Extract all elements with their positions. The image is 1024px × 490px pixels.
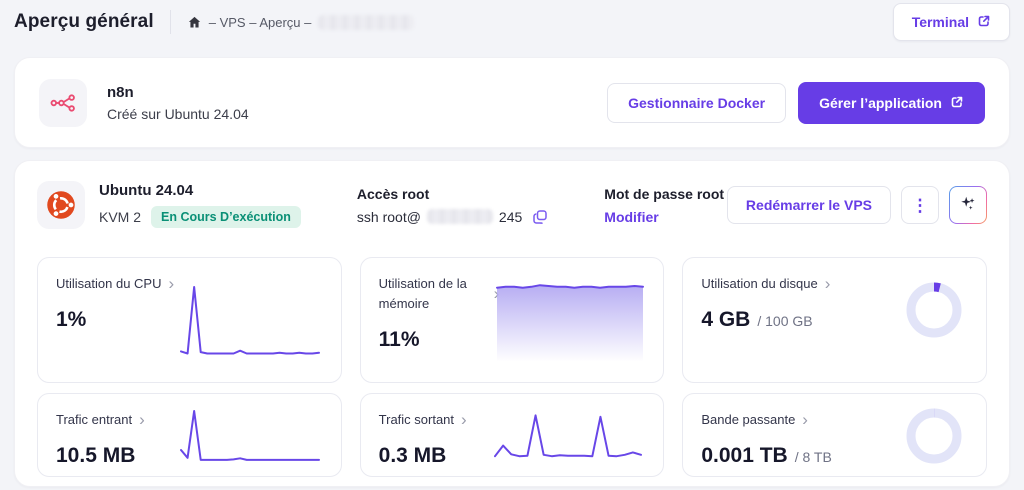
n8n-logo-icon <box>39 79 87 127</box>
root-access-label: Accès root <box>357 186 548 202</box>
page-header: Aperçu général – VPS – Aperçu – Terminal <box>0 0 1024 44</box>
metric-card-traffic-out: Trafic sortant › 0.3 MB <box>360 393 665 477</box>
metric-label: Utilisation de la mémoire <box>379 274 487 314</box>
os-block: Ubuntu 24.04 KVM 2 En Cours D’exécution <box>37 181 301 229</box>
vps-overview-page: Aperçu général – VPS – Aperçu – Terminal <box>0 0 1024 490</box>
vps-header: Ubuntu 24.04 KVM 2 En Cours D’exécution … <box>37 181 987 229</box>
breadcrumb-text[interactable]: – VPS – Aperçu – <box>209 15 312 30</box>
metric-card-cpu: Utilisation du CPU › 1% <box>37 257 342 383</box>
chevron-right-icon: › <box>802 411 808 428</box>
chevron-right-icon: › <box>139 411 145 428</box>
page-title: Aperçu général <box>14 11 154 33</box>
chevron-right-icon: › <box>461 411 467 428</box>
memory-details-link[interactable]: Utilisation de la mémoire › <box>379 274 500 314</box>
metric-card-bandwidth: Bande passante › 0.001 TB / 8 TB <box>682 393 987 477</box>
ubuntu-logo-icon <box>37 181 85 229</box>
ai-assistant-button[interactable] <box>949 186 987 224</box>
app-subtitle: Créé sur Ubuntu 24.04 <box>107 106 249 122</box>
more-options-button[interactable]: ⋮ <box>901 186 939 224</box>
ssh-suffix: 245 <box>499 209 522 225</box>
terminal-button-label: Terminal <box>912 15 969 29</box>
modify-password-link[interactable]: Modifier <box>604 209 724 225</box>
manage-application-label: Gérer l’application <box>819 96 942 110</box>
ssh-prefix: ssh root@ <box>357 209 421 225</box>
metric-label: Utilisation du CPU <box>56 274 162 294</box>
breadcrumb: – VPS – Aperçu – <box>187 15 415 30</box>
sparkle-icon <box>959 195 977 216</box>
external-link-icon <box>977 14 991 30</box>
metric-card-disk: Utilisation du disque › 4 GB / 100 GB <box>682 257 987 383</box>
breadcrumb-redacted <box>318 15 414 30</box>
restart-vps-label: Redémarrer le VPS <box>746 198 872 212</box>
manage-application-button[interactable]: Gérer l’application <box>798 82 985 124</box>
traffic-out-details-link[interactable]: Trafic sortant › <box>379 410 467 430</box>
app-actions: Gestionnaire Docker Gérer l’application <box>607 82 985 124</box>
memory-area-chart <box>495 272 645 362</box>
docker-manager-label: Gestionnaire Docker <box>628 96 765 110</box>
traffic-in-details-link[interactable]: Trafic entrant › <box>56 410 145 430</box>
cpu-sparkline-chart <box>179 282 321 360</box>
vps-actions: Redémarrer le VPS ⋮ <box>727 186 987 224</box>
root-password-label: Mot de passe root <box>604 186 724 202</box>
chevron-right-icon: › <box>825 275 831 292</box>
home-icon[interactable] <box>187 15 202 30</box>
bandwidth-total: / 8 TB <box>795 449 832 465</box>
external-link-icon <box>950 95 964 111</box>
app-info: n8n Créé sur Ubuntu 24.04 <box>107 84 249 122</box>
traffic-out-sparkline-chart <box>493 408 643 464</box>
disk-total: / 100 GB <box>757 313 812 329</box>
metric-label: Trafic sortant <box>379 410 454 430</box>
status-badge: En Cours D’exécution <box>151 206 301 228</box>
disk-donut-chart <box>906 282 962 338</box>
header-divider <box>170 10 171 34</box>
metric-card-memory: Utilisation de la mémoire › 11% <box>360 257 665 383</box>
disk-details-link[interactable]: Utilisation du disque › <box>701 274 830 294</box>
metric-label: Utilisation du disque <box>701 274 817 294</box>
ssh-command: ssh root@ 245 <box>357 209 548 225</box>
metrics-grid: Utilisation du CPU › 1% Utilisation de l… <box>37 257 987 477</box>
bandwidth-details-link[interactable]: Bande passante › <box>701 410 808 430</box>
plan-name: KVM 2 <box>99 209 141 225</box>
app-name: n8n <box>107 84 249 101</box>
vps-card: Ubuntu 24.04 KVM 2 En Cours D’exécution … <box>14 160 1010 487</box>
disk-used: 4 GB <box>701 308 750 332</box>
metric-card-traffic-in: Trafic entrant › 10.5 MB <box>37 393 342 477</box>
ssh-ip-redacted <box>427 209 493 224</box>
metric-label: Trafic entrant <box>56 410 132 430</box>
bandwidth-donut-chart <box>906 408 962 464</box>
app-card: n8n Créé sur Ubuntu 24.04 Gestionnaire D… <box>14 57 1010 148</box>
chevron-right-icon: › <box>169 275 175 292</box>
kebab-icon: ⋮ <box>912 197 929 214</box>
copy-icon[interactable] <box>528 209 548 225</box>
root-access-block: Accès root ssh root@ 245 <box>357 181 548 229</box>
metric-label: Bande passante <box>701 410 795 430</box>
cpu-details-link[interactable]: Utilisation du CPU › <box>56 274 174 294</box>
os-name: Ubuntu 24.04 <box>99 182 301 199</box>
docker-manager-button[interactable]: Gestionnaire Docker <box>607 83 786 123</box>
bandwidth-used: 0.001 TB <box>701 444 787 468</box>
traffic-in-sparkline-chart <box>179 406 321 466</box>
restart-vps-button[interactable]: Redémarrer le VPS <box>727 186 891 224</box>
root-password-block: Mot de passe root Modifier <box>604 181 724 229</box>
terminal-button[interactable]: Terminal <box>893 3 1010 41</box>
